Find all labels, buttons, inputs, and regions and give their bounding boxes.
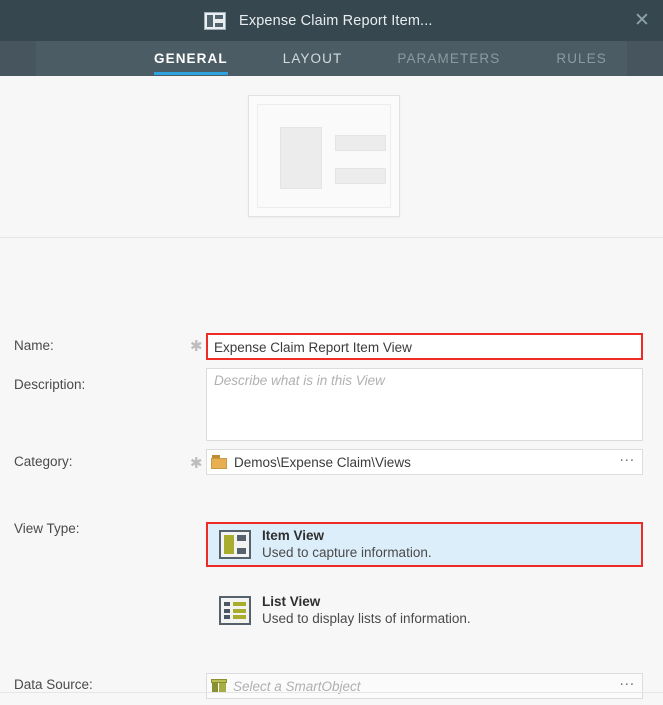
- category-label: Category:: [14, 454, 73, 469]
- preview-bar-top: [335, 135, 386, 151]
- divider-top: [0, 237, 663, 238]
- view-type-option-list-view[interactable]: List View Used to display lists of infor…: [206, 588, 643, 633]
- description-placeholder: Describe what is in this View: [214, 373, 385, 388]
- titlebar-content: Expense Claim Report Item...: [190, 0, 475, 41]
- name-required-marker: ✱: [190, 337, 203, 355]
- list-view-option-description: Used to display lists of information.: [262, 610, 471, 628]
- view-preview-area: [0, 76, 663, 237]
- category-value: Demos\Expense Claim\Views: [234, 455, 411, 470]
- category-required-marker: ✱: [190, 454, 203, 472]
- item-view-preview-icon: [248, 95, 400, 217]
- name-label: Name:: [14, 338, 54, 353]
- tab-list: GENERAL LAYOUT PARAMETERS RULES: [36, 41, 627, 76]
- window-title: Expense Claim Report Item...: [239, 13, 433, 29]
- category-browse-button[interactable]: ···: [620, 458, 635, 466]
- list-view-option-text: List View Used to display lists of infor…: [262, 593, 471, 628]
- general-tab-panel: Name: ✱ Expense Claim Report Item View D…: [0, 76, 663, 705]
- preview-block: [280, 127, 322, 189]
- item-view-icon: [204, 12, 226, 30]
- item-view-option-description: Used to capture information.: [262, 544, 432, 562]
- folder-icon: [211, 455, 227, 469]
- create-view-dialog: Expense Claim Report Item... ✕ GENERAL L…: [0, 0, 663, 705]
- list-view-option-title: List View: [262, 593, 471, 610]
- view-type-label: View Type:: [14, 521, 80, 536]
- name-input[interactable]: Expense Claim Report Item View: [206, 333, 643, 360]
- tabbar-right-edge: [627, 41, 663, 76]
- data-source-browse-button[interactable]: ···: [620, 682, 635, 690]
- preview-frame: [257, 104, 391, 208]
- tab-layout[interactable]: LAYOUT: [283, 43, 343, 75]
- tab-bar: GENERAL LAYOUT PARAMETERS RULES: [0, 41, 663, 76]
- close-icon[interactable]: ✕: [633, 11, 651, 29]
- description-label: Description:: [14, 377, 85, 392]
- tabbar-left-edge: [0, 41, 36, 76]
- data-source-label: Data Source:: [14, 677, 93, 692]
- item-view-option-title: Item View: [262, 527, 432, 544]
- data-source-input[interactable]: Select a SmartObject ···: [206, 673, 643, 699]
- description-textarea[interactable]: Describe what is in this View: [206, 368, 643, 441]
- preview-bar-bottom: [335, 168, 386, 184]
- divider-bottom: [0, 692, 663, 693]
- tab-general[interactable]: GENERAL: [154, 43, 228, 75]
- tab-parameters[interactable]: PARAMETERS: [397, 43, 500, 75]
- item-view-option-icon: [219, 530, 251, 559]
- category-input[interactable]: Demos\Expense Claim\Views ···: [206, 449, 643, 475]
- tab-rules[interactable]: RULES: [556, 43, 607, 75]
- view-type-option-item-view[interactable]: Item View Used to capture information.: [206, 522, 643, 567]
- window-titlebar: Expense Claim Report Item... ✕: [0, 0, 663, 41]
- list-view-option-icon: [219, 596, 251, 625]
- item-view-option-text: Item View Used to capture information.: [262, 527, 432, 562]
